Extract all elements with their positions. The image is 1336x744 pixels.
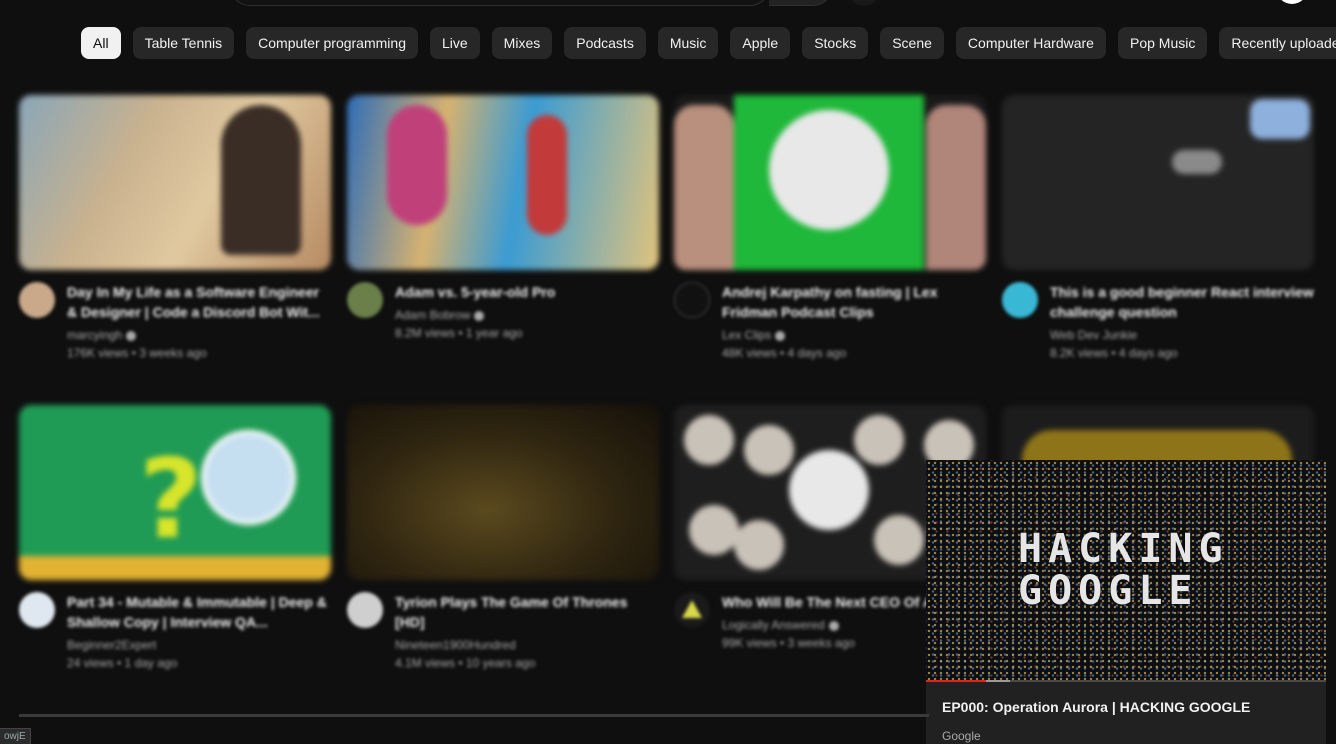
- video-thumbnail[interactable]: ?: [19, 405, 331, 580]
- miniplayer[interactable]: HACKING GOOGLE EP000: Operation Aurora |…: [926, 460, 1326, 744]
- video-title[interactable]: Andrej Karpathy on fasting | Lex Fridman…: [722, 282, 986, 322]
- channel-avatar[interactable]: [1002, 282, 1038, 318]
- video-thumbnail[interactable]: [19, 95, 331, 270]
- chip-podcasts[interactable]: Podcasts: [564, 27, 646, 59]
- progress-buffered: [986, 680, 1010, 682]
- chip-computer-programming[interactable]: Computer programming: [246, 27, 418, 59]
- chip-scene[interactable]: Scene: [880, 27, 944, 59]
- video-card[interactable]: Andrej Karpathy on fasting | Lex Fridman…: [674, 95, 986, 362]
- miniplayer-video[interactable]: HACKING GOOGLE: [926, 460, 1326, 682]
- chip-music[interactable]: Music: [657, 27, 719, 59]
- video-stats: 8.2K views • 4 days ago: [1050, 346, 1178, 360]
- video-title[interactable]: Day In My Life as a Software Engineer & …: [67, 282, 331, 322]
- video-thumbnail[interactable]: [347, 95, 659, 270]
- video-card[interactable]: ? Part 34 - Mutable & Immutable | Deep &…: [19, 405, 331, 672]
- chip-table-tennis[interactable]: Table Tennis: [132, 27, 235, 59]
- video-thumbnail[interactable]: [674, 95, 986, 270]
- channel-avatar[interactable]: [347, 282, 383, 318]
- channel-avatar[interactable]: [674, 592, 710, 628]
- channel-name[interactable]: Adam Bobrow: [395, 306, 659, 324]
- video-card[interactable]: This is a good beginner React interview …: [1002, 95, 1314, 362]
- channel-name[interactable]: Web Dev Junkie: [1050, 326, 1314, 344]
- video-stats: 24 views • 1 day ago: [67, 656, 178, 670]
- chip-apple[interactable]: Apple: [730, 27, 791, 59]
- verified-icon: [828, 620, 839, 631]
- status-bar-url: owjE: [0, 728, 31, 744]
- miniplayer-title[interactable]: EP000: Operation Aurora | HACKING GOOGLE: [942, 699, 1250, 715]
- video-title[interactable]: This is a good beginner React interview …: [1050, 282, 1314, 322]
- chip-all[interactable]: All: [81, 27, 121, 59]
- video-title[interactable]: Tyrion Plays The Game Of Thrones [HD]: [395, 592, 659, 632]
- chip-stocks[interactable]: Stocks: [802, 27, 869, 59]
- video-thumbnail[interactable]: [347, 405, 659, 580]
- chip-bar: All Table Tennis Computer programming Li…: [81, 27, 1336, 59]
- miniplayer-progress-bar[interactable]: [926, 680, 1326, 682]
- video-title[interactable]: Part 34 - Mutable & Immutable | Deep & S…: [67, 592, 331, 632]
- search-button[interactable]: [769, 0, 833, 6]
- verified-icon: [474, 310, 485, 321]
- account-avatar[interactable]: [1276, 0, 1308, 4]
- verified-icon: [126, 330, 137, 341]
- channel-avatar[interactable]: [347, 592, 383, 628]
- channel-name[interactable]: Beginner2Expert: [67, 636, 331, 654]
- video-stats: 8.2M views • 1 year ago: [395, 326, 523, 340]
- video-thumbnail[interactable]: [1002, 95, 1314, 270]
- chip-computer-hardware[interactable]: Computer Hardware: [955, 27, 1106, 59]
- video-title-art: HACKING GOOGLE: [1018, 526, 1229, 614]
- channel-name[interactable]: Lex Clips: [722, 326, 986, 344]
- channel-avatar[interactable]: [19, 282, 55, 318]
- chip-live[interactable]: Live: [429, 27, 480, 59]
- video-card[interactable]: Tyrion Plays The Game Of Thrones [HD] Ni…: [347, 405, 659, 672]
- miniplayer-channel[interactable]: Google: [942, 729, 981, 743]
- search-bar[interactable]: [230, 0, 770, 6]
- progress-played: [926, 680, 986, 682]
- voice-search-button[interactable]: [846, 0, 882, 6]
- video-stats: 48K views • 4 days ago: [722, 346, 847, 360]
- channel-avatar[interactable]: [674, 282, 710, 318]
- scroll-divider: [19, 714, 929, 717]
- video-card[interactable]: Adam vs. 5-year-old Pro Adam Bobrow 8.2M…: [347, 95, 659, 342]
- chip-mixes[interactable]: Mixes: [491, 27, 553, 59]
- verified-icon: [775, 330, 786, 341]
- chip-pop-music[interactable]: Pop Music: [1117, 27, 1208, 59]
- video-title[interactable]: Adam vs. 5-year-old Pro: [395, 282, 659, 302]
- video-card[interactable]: Day In My Life as a Software Engineer & …: [19, 95, 331, 362]
- chip-recently-uploaded[interactable]: Recently uploaded: [1219, 27, 1336, 59]
- channel-avatar[interactable]: [19, 592, 55, 628]
- channel-name[interactable]: Nineteen1900Hundred: [395, 636, 659, 654]
- channel-name[interactable]: marcyingh: [67, 326, 331, 344]
- video-stats: 176K views • 3 weeks ago: [67, 346, 207, 360]
- video-stats: 4.1M views • 10 years ago: [395, 656, 536, 670]
